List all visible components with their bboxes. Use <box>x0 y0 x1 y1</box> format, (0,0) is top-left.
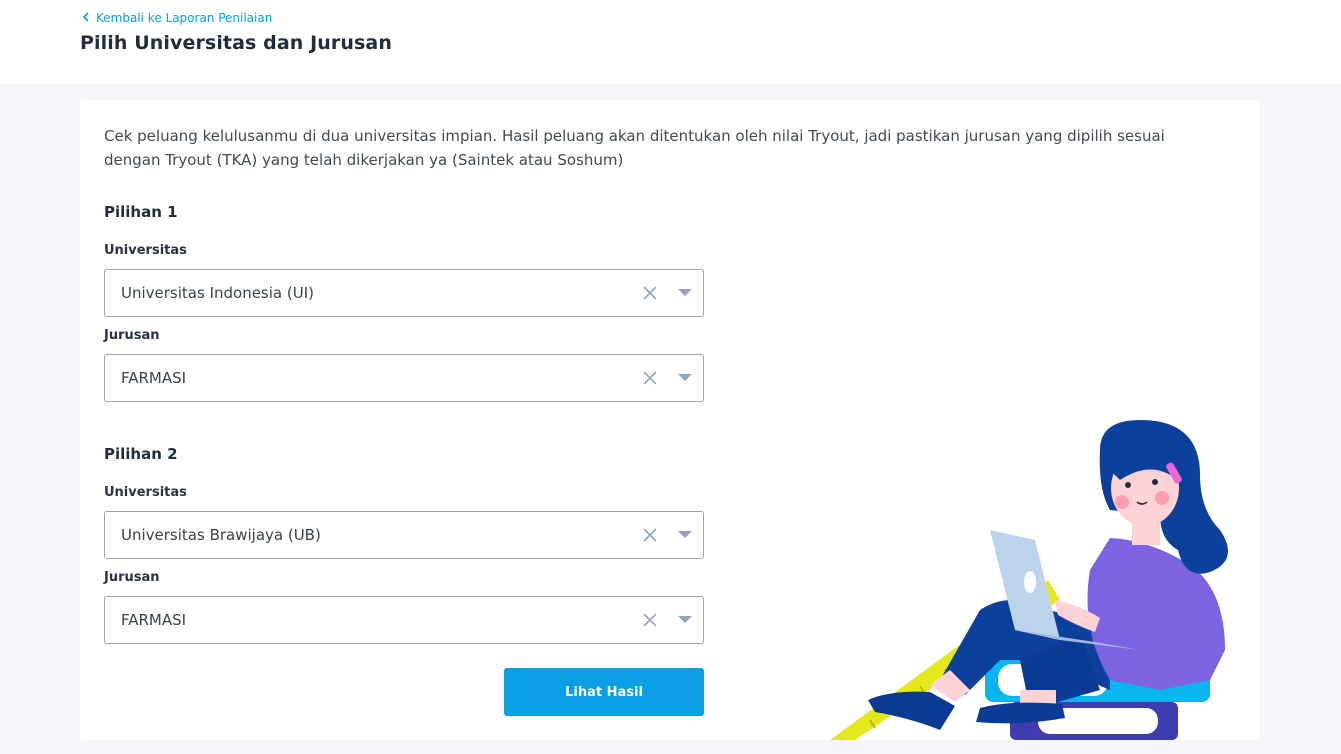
choice-2-university-label: Universitas <box>104 485 187 500</box>
choice-2-university-value: Universitas Brawijaya (UB) <box>121 526 321 544</box>
choice-2-major-select[interactable]: FARMASI <box>104 596 704 644</box>
caret-down-icon[interactable] <box>678 289 692 297</box>
choice-1-university-label: Universitas <box>104 243 187 258</box>
choice-1-university-select[interactable]: Universitas Indonesia (UI) <box>104 269 704 317</box>
caret-down-icon[interactable] <box>678 531 692 539</box>
top-header: Kembali ke Laporan Penilaian Pilih Unive… <box>0 0 1341 84</box>
selection-card: Cek peluang kelulusanmu di dua universit… <box>80 100 1260 740</box>
close-icon[interactable] <box>642 370 658 386</box>
choice-2-major-value: FARMASI <box>121 611 187 629</box>
choice-1-major-value: FARMASI <box>121 369 187 387</box>
choice-2-title: Pilihan 2 <box>104 445 178 463</box>
choice-2-university-select[interactable]: Universitas Brawijaya (UB) <box>104 511 704 559</box>
girl-face <box>1110 439 1179 526</box>
caret-down-icon[interactable] <box>678 616 692 624</box>
choice-1-title: Pilihan 1 <box>104 203 178 221</box>
student-illustration <box>830 420 1228 740</box>
choice-1-university-value: Universitas Indonesia (UI) <box>121 284 314 302</box>
choice-1-major-select[interactable]: FARMASI <box>104 354 704 402</box>
back-link-label: Kembali ke Laporan Penilaian <box>96 11 273 25</box>
see-results-button[interactable]: Lihat Hasil <box>504 668 704 716</box>
chevron-left-icon <box>82 11 90 25</box>
choice-2-major-label: Jurusan <box>104 570 160 585</box>
intro-text: Cek peluang kelulusanmu di dua universit… <box>104 127 1165 169</box>
close-icon[interactable] <box>642 285 658 301</box>
back-link[interactable]: Kembali ke Laporan Penilaian <box>82 11 272 25</box>
close-icon[interactable] <box>642 612 658 628</box>
close-icon[interactable] <box>642 527 658 543</box>
caret-down-icon[interactable] <box>678 374 692 382</box>
page-title: Pilih Universitas dan Jurusan <box>80 32 392 54</box>
choice-1-major-label: Jurusan <box>104 328 160 343</box>
